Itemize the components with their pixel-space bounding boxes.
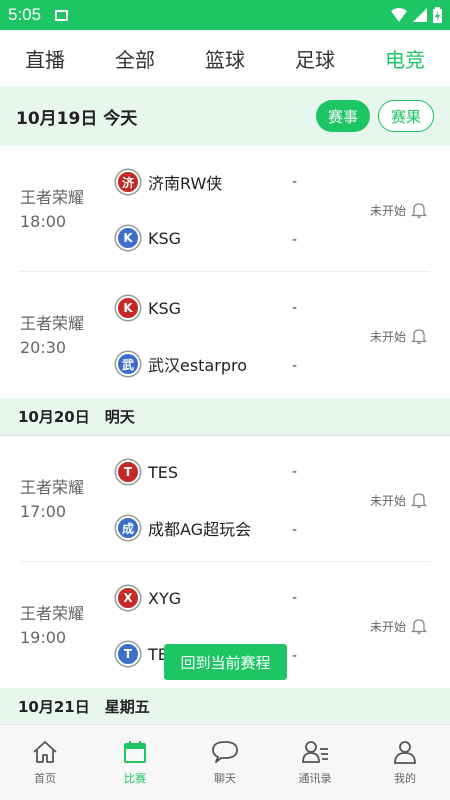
tab-all[interactable]: 全部 xyxy=(90,44,180,73)
nav-chat[interactable]: 聊天 xyxy=(180,725,270,800)
team-name: 武汉estarpro xyxy=(148,356,248,375)
match-game-time: 王者荣耀 20:30 xyxy=(20,312,84,360)
status-time: 5:05 xyxy=(8,5,42,24)
match-time: 20:30 xyxy=(20,338,67,357)
nav-matches[interactable]: 比赛 xyxy=(90,725,180,800)
team-home: X XYG xyxy=(116,586,181,610)
team-name: 济南RW侠 xyxy=(148,174,223,193)
back-to-current-button[interactable]: 回到当前赛程 xyxy=(164,644,287,680)
contacts-icon xyxy=(302,740,328,763)
team-name: KSG xyxy=(148,298,182,318)
team-name: 成都AG超玩会 xyxy=(148,520,252,539)
status-label: 未开始 xyxy=(370,619,407,634)
match-row[interactable]: 王者荣耀 20:30 K KSG 武 武汉estarpro - - 未开始 xyxy=(0,272,450,398)
match-status: 未开始 xyxy=(370,491,428,509)
chat-icon xyxy=(212,740,238,763)
nav-label: 首页 xyxy=(34,771,56,785)
status-label: 未开始 xyxy=(370,329,407,344)
match-list[interactable]: 10月19日 今天 赛事 赛果 王者荣耀 18:00 济 济南RW侠 K KSG… xyxy=(0,86,450,724)
team-logo: K xyxy=(116,296,140,320)
match-time: 17:00 xyxy=(20,502,67,521)
bottom-nav: 首页 比赛 聊天 通讯录 我的 xyxy=(0,724,450,800)
score-away: - xyxy=(292,522,298,538)
nav-label: 通讯录 xyxy=(298,771,332,785)
team-home: K KSG xyxy=(116,296,181,320)
game-name: 王者荣耀 xyxy=(20,188,85,207)
results-button[interactable]: 赛果 xyxy=(377,100,434,132)
team-away: K KSG xyxy=(116,226,181,250)
score-home: - xyxy=(292,300,298,316)
date-header-friday: 10月21日 星期五 xyxy=(0,688,450,724)
status-bar: 5:05 xyxy=(0,0,450,30)
home-icon xyxy=(33,740,57,763)
match-row[interactable]: 王者荣耀 18:00 济 济南RW侠 K KSG - - 未开始 xyxy=(0,146,450,272)
score-home: - xyxy=(292,464,298,480)
team-away: 武 武汉estarpro xyxy=(116,352,247,376)
signal-icon xyxy=(413,8,427,22)
team-logo: K xyxy=(116,226,140,250)
match-status: 未开始 xyxy=(370,201,428,219)
team-logo: T xyxy=(116,642,140,666)
team-logo: X xyxy=(116,586,140,610)
team-name: XYG xyxy=(148,588,182,608)
score-home: - xyxy=(292,174,298,190)
tab-football[interactable]: 足球 xyxy=(270,44,360,73)
game-name: 王者荣耀 xyxy=(20,604,85,623)
team-home: T TES xyxy=(116,460,178,484)
status-label: 未开始 xyxy=(370,493,407,508)
match-time: 18:00 xyxy=(20,212,67,231)
bell-icon[interactable] xyxy=(410,617,428,635)
team-name: TES xyxy=(148,462,179,482)
nav-label: 比赛 xyxy=(124,771,146,785)
match-status: 未开始 xyxy=(370,617,428,635)
bell-icon[interactable] xyxy=(410,491,428,509)
team-away: 成 成都AG超玩会 xyxy=(116,516,251,540)
score-away: - xyxy=(292,232,298,248)
wifi-icon xyxy=(391,8,407,22)
game-name: 王者荣耀 xyxy=(20,478,85,497)
profile-icon xyxy=(394,740,416,764)
match-game-time: 王者荣耀 19:00 xyxy=(20,602,84,650)
date-label: 10月19日 今天 xyxy=(16,108,138,129)
bell-icon[interactable] xyxy=(410,327,428,345)
match-game-time: 王者荣耀 17:00 xyxy=(20,476,84,524)
nav-home[interactable]: 首页 xyxy=(0,725,90,800)
calendar-icon xyxy=(124,740,146,763)
team-logo: T xyxy=(116,460,140,484)
game-name: 王者荣耀 xyxy=(20,314,85,333)
nav-label: 聊天 xyxy=(214,771,236,785)
match-status: 未开始 xyxy=(370,327,428,345)
date-header-today: 10月19日 今天 赛事 赛果 xyxy=(0,86,450,146)
match-time: 19:00 xyxy=(20,628,67,647)
date-header-tomorrow: 10月20日 明天 xyxy=(0,398,450,436)
team-logo: 武 xyxy=(116,352,140,376)
category-tabs: 直播 全部 篮球 足球 电竞 xyxy=(0,30,450,86)
tab-live[interactable]: 直播 xyxy=(0,44,90,73)
team-logo: 济 xyxy=(116,170,140,194)
team-home: 济 济南RW侠 xyxy=(116,170,222,194)
tab-esports[interactable]: 电竞 xyxy=(360,44,450,73)
events-button[interactable]: 赛事 xyxy=(315,100,370,132)
nav-profile[interactable]: 我的 xyxy=(360,725,450,800)
score-away: - xyxy=(292,648,298,664)
image-notification-icon xyxy=(55,9,69,21)
score-home: - xyxy=(292,590,298,606)
bell-icon[interactable] xyxy=(410,201,428,219)
battery-icon xyxy=(433,7,442,23)
score-away: - xyxy=(292,358,298,374)
tab-basketball[interactable]: 篮球 xyxy=(180,44,270,73)
status-label: 未开始 xyxy=(370,203,407,218)
nav-contacts[interactable]: 通讯录 xyxy=(270,725,360,800)
team-logo: 成 xyxy=(116,516,140,540)
match-game-time: 王者荣耀 18:00 xyxy=(20,186,84,234)
team-name: KSG xyxy=(148,228,182,248)
match-row[interactable]: 王者荣耀 17:00 T TES 成 成都AG超玩会 - - 未开始 xyxy=(0,436,450,562)
nav-label: 我的 xyxy=(394,771,416,785)
